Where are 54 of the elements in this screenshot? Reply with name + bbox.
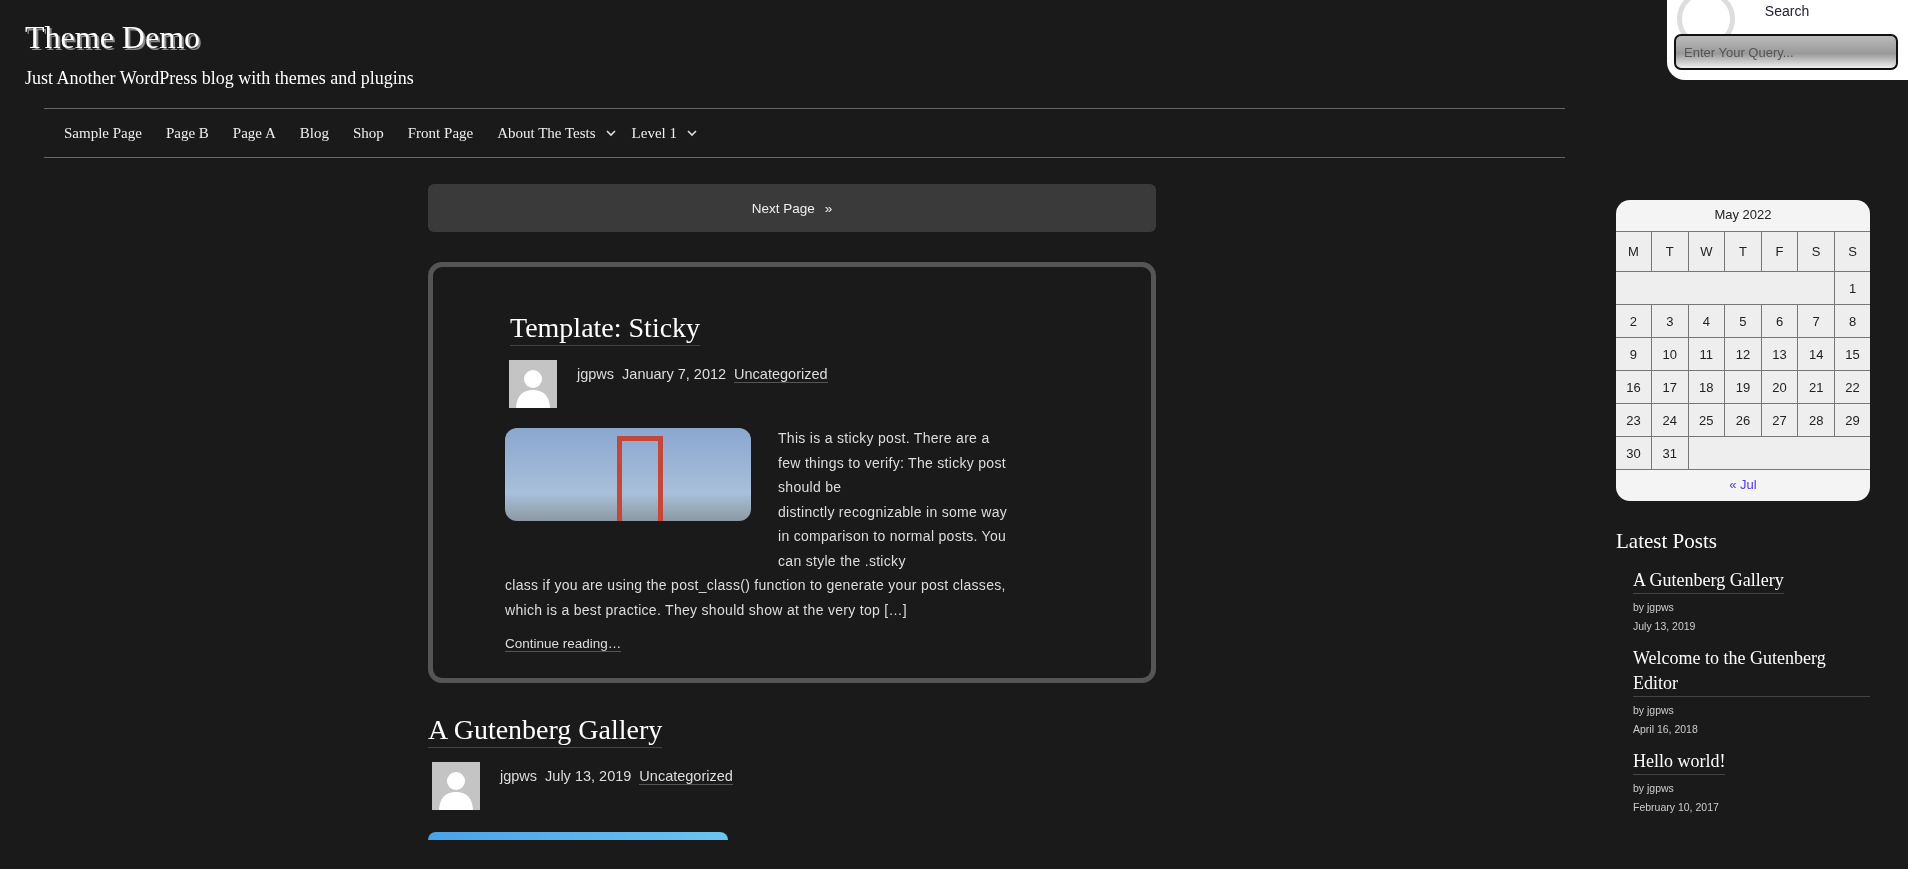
search-field[interactable]: Enter Your Query... — [1674, 34, 1898, 70]
nav-link[interactable]: Page B — [165, 124, 221, 142]
post-author: by jgpws — [1633, 782, 1675, 794]
calendar-day: 9 — [1616, 337, 1652, 371]
nav-link[interactable]: Page A — [232, 124, 288, 142]
weekday-header: F — [1761, 231, 1798, 272]
weekday-header: M — [1616, 231, 1652, 272]
calendar-caption: May 2022 — [1713, 206, 1773, 224]
calendar-day: 23 — [1616, 403, 1652, 437]
next-page-label: Next Page — [751, 200, 815, 216]
post-date[interactable]: January 7, 2012 — [622, 366, 727, 382]
double-chevron-icon: » — [824, 200, 833, 216]
nav-link[interactable]: About The Tests — [497, 124, 608, 142]
nav-link[interactable]: Blog — [299, 124, 341, 142]
weekday-header: S — [1834, 231, 1870, 272]
weekday-header: T — [1651, 231, 1689, 272]
post-author[interactable]: jgpws — [577, 366, 615, 382]
post-author[interactable]: jgpws — [500, 768, 538, 784]
avatar-icon — [509, 360, 557, 408]
post-excerpt: class if you are using the post_class() function to generate your post classes, which is a best practice. They should show at the very top […] — [505, 576, 1007, 620]
post-author: by jgpws — [1633, 601, 1675, 613]
site-tagline: Just Another WordPress blog with themes and plugins — [25, 68, 414, 89]
post-date: July 13, 2019 — [1633, 620, 1697, 632]
post-title[interactable]: A Gutenberg Gallery — [428, 713, 663, 748]
post-date: April 16, 2018 — [1633, 723, 1699, 735]
nav-link[interactable]: Front Page — [407, 124, 486, 142]
weekday-header: T — [1724, 231, 1762, 272]
previous-month-link[interactable]: « Jul — [1616, 470, 1870, 501]
weekday-header: W — [1688, 231, 1725, 272]
site-title[interactable]: Theme Demo — [25, 18, 201, 56]
weekday-header: S — [1797, 231, 1835, 272]
post-excerpt: This is a sticky post. There are a few things to verify: The sticky post should be distinctly recognizable in some way in comparison to normal posts. You can style the .sticky — [778, 429, 1009, 571]
post-author: by jgpws — [1633, 704, 1675, 716]
category-link[interactable]: Uncategorized — [639, 768, 733, 785]
sidebar-heading: Latest Posts — [1616, 529, 1718, 554]
post-title[interactable]: Template: Sticky — [510, 311, 701, 346]
latest-post-link[interactable]: Welcome to the Gutenberg Editor — [1633, 646, 1870, 697]
nav-link[interactable]: Sample Page — [64, 124, 154, 142]
avatar-icon — [432, 762, 480, 810]
calendar-day: 16 — [1616, 370, 1652, 404]
post-date: February 10, 2017 — [1633, 801, 1720, 813]
latest-post-link[interactable]: Hello world! — [1633, 749, 1726, 775]
calendar-day: 2 — [1616, 304, 1652, 338]
post-date[interactable]: July 13, 2019 — [545, 768, 632, 784]
continue-reading-link[interactable]: Continue reading… — [505, 636, 622, 652]
nav-link[interactable]: Level 1 — [631, 124, 689, 142]
chevron-down-icon[interactable] — [605, 129, 616, 137]
next-page-button[interactable]: Next Page » — [428, 184, 1156, 232]
chevron-down-icon[interactable] — [687, 129, 697, 137]
search-label: Search — [1763, 2, 1811, 21]
category-link[interactable]: Uncategorized — [734, 366, 828, 383]
latest-post-link[interactable]: A Gutenberg Gallery — [1633, 568, 1784, 594]
nav-link[interactable]: Shop — [352, 124, 396, 142]
calendar-day: 30 — [1616, 436, 1652, 470]
